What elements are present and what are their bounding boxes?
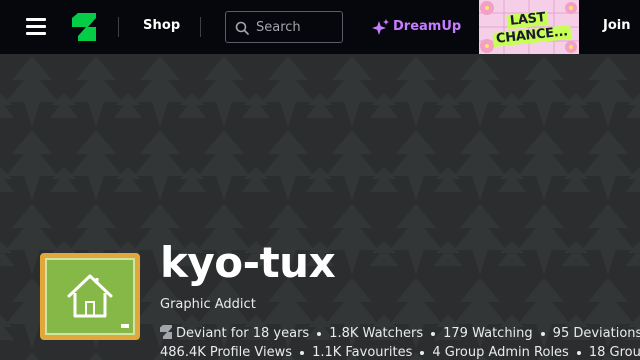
search-input[interactable]: [256, 18, 336, 36]
house-icon: [67, 274, 129, 328]
sparkle-icon: [372, 19, 389, 35]
nav-divider: [118, 17, 119, 37]
profile-tagline: Graphic Addict: [160, 297, 256, 312]
stat-separator: [540, 331, 545, 336]
hamburger-menu-icon[interactable]: [26, 18, 46, 36]
shop-link[interactable]: Shop: [143, 18, 180, 33]
stat-separator: [300, 350, 305, 355]
stat-watchers[interactable]: 1.8K Watchers: [329, 326, 423, 341]
stat-group-admin-roles[interactable]: 4 Group Admin Roles: [432, 345, 568, 360]
top-navigation-bar: Shop DreamUp LAST C: [0, 0, 640, 54]
profile-stats-row-1: Deviant for 18 years 1.8K Watchers 179 Wat…: [160, 325, 640, 341]
stat-favourites[interactable]: 1.1K Favourites: [312, 345, 412, 360]
dreamup-label: DreamUp: [393, 19, 462, 34]
stat-separator: [317, 331, 322, 336]
stat-deviant-since: Deviant for 18 years: [176, 326, 310, 341]
avatar-screen: [45, 258, 135, 335]
stat-separator: [420, 350, 425, 355]
profile-stats-row-2: 486.4K Profile Views 1.1K Favourites 4 Gro…: [160, 345, 640, 360]
stat-separator: [431, 331, 436, 336]
profile-username[interactable]: kyo-tux: [160, 236, 336, 290]
deviantart-logo-icon[interactable]: [72, 13, 96, 41]
search-box[interactable]: [225, 11, 343, 43]
stat-groups[interactable]: 18 Group: [589, 345, 640, 360]
join-button[interactable]: Join: [603, 18, 630, 33]
avatar[interactable]: [40, 253, 140, 340]
last-chance-promo-banner[interactable]: LAST CHANCE...: [479, 0, 579, 54]
search-icon: [235, 21, 249, 35]
nav-divider: [200, 17, 201, 37]
stat-profile-views: 486.4K Profile Views: [160, 345, 293, 360]
stat-watching[interactable]: 179 Watching: [443, 326, 533, 341]
stat-separator: [576, 350, 581, 355]
deviantart-logo-icon: [160, 325, 172, 339]
stat-deviations[interactable]: 95 Deviations: [553, 326, 640, 341]
